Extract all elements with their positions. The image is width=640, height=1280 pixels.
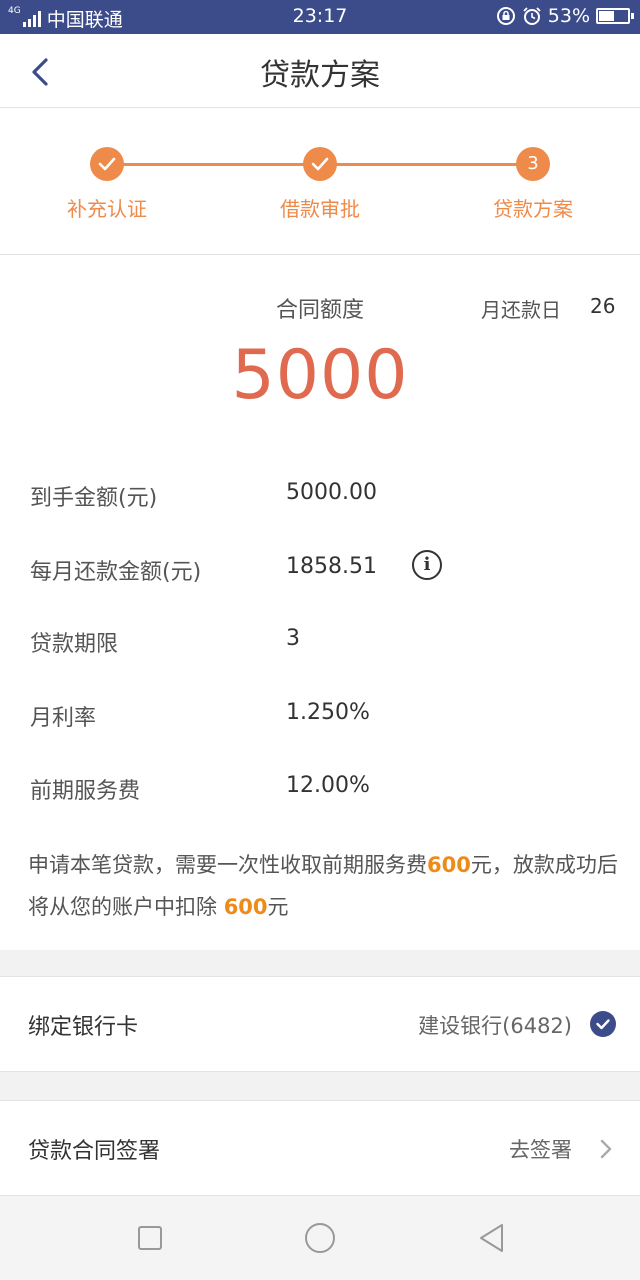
detail-value: 5000.00 xyxy=(286,480,377,505)
notice-fee-2: 600 xyxy=(223,895,268,919)
step-1-check-icon xyxy=(90,147,124,181)
detail-label: 贷款期限 xyxy=(30,632,119,657)
section-gap xyxy=(0,950,640,976)
step-2-label: 借款审批 xyxy=(280,197,360,221)
bank-card-row[interactable]: 绑定银行卡 建设银行(6482) xyxy=(0,976,640,1072)
section-gap xyxy=(0,1072,640,1100)
detail-value: 1858.51 xyxy=(286,554,377,579)
status-bar: 4G 中国联通 23:17 53% xyxy=(0,0,640,34)
bank-card-label: 绑定银行卡 xyxy=(28,1015,139,1040)
status-right: 53% xyxy=(496,5,634,27)
step-3-label: 贷款方案 xyxy=(493,197,573,221)
repay-day-value: 26 xyxy=(590,294,616,318)
home-icon[interactable] xyxy=(302,1220,338,1256)
system-nav-bar xyxy=(0,1196,640,1280)
detail-value: 12.00% xyxy=(286,773,370,798)
notice-text-1: 申请本笔贷款，需要一次性收取前期服务费 xyxy=(28,853,427,877)
repay-day-label: 月还款日 xyxy=(481,298,561,322)
detail-row-monthly: 每月还款金额(元) 1858.51 i xyxy=(0,548,640,588)
loan-summary: 合同额度 月还款日 26 5000 到手金额(元) 5000.00 每月还款金额… xyxy=(0,256,640,950)
lock-rotation-icon xyxy=(496,7,515,25)
detail-row-term: 贷款期限 3 xyxy=(0,620,640,660)
detail-row-received: 到手金额(元) 5000.00 xyxy=(0,474,640,514)
step-2-check-icon xyxy=(303,147,337,181)
step-progress: 补充认证 借款审批 3 贷款方案 xyxy=(0,109,640,255)
detail-label: 每月还款金额(元) xyxy=(30,560,202,585)
battery-percent: 53% xyxy=(547,5,590,27)
bank-card-value: 建设银行(6482) xyxy=(418,1014,572,1038)
back-nav-icon[interactable] xyxy=(474,1220,510,1256)
step-1-label: 补充认证 xyxy=(67,197,147,221)
detail-value: 3 xyxy=(286,626,300,651)
notice-text-3: 元 xyxy=(267,895,289,919)
detail-label: 前期服务费 xyxy=(30,779,141,804)
check-circle-icon[interactable] xyxy=(590,1011,616,1037)
chevron-right-icon xyxy=(600,1139,612,1159)
contract-sign-label: 贷款合同签署 xyxy=(28,1139,161,1164)
recent-apps-icon[interactable] xyxy=(132,1220,168,1256)
alarm-icon xyxy=(523,7,541,25)
info-icon[interactable]: i xyxy=(412,550,442,580)
battery-icon xyxy=(596,8,634,24)
detail-label: 月利率 xyxy=(30,706,97,731)
detail-row-service-fee: 前期服务费 12.00% xyxy=(0,767,640,807)
contract-sign-action[interactable]: 去签署 xyxy=(509,1134,572,1164)
fee-notice: 申请本笔贷款，需要一次性收取前期服务费600元，放款成功后将从您的账户中扣除 6… xyxy=(28,844,618,928)
detail-label: 到手金额(元) xyxy=(30,486,158,511)
notice-fee-1: 600 xyxy=(427,853,471,877)
contract-amount: 5000 xyxy=(231,336,409,415)
page-title: 贷款方案 xyxy=(260,58,380,93)
contract-sign-row[interactable]: 贷款合同签署 去签署 xyxy=(0,1100,640,1196)
step-3-marker: 3 xyxy=(516,147,550,181)
detail-value: 1.250% xyxy=(286,700,370,725)
detail-row-rate: 月利率 1.250% xyxy=(0,694,640,734)
navigation-header: 贷款方案 xyxy=(0,34,640,108)
